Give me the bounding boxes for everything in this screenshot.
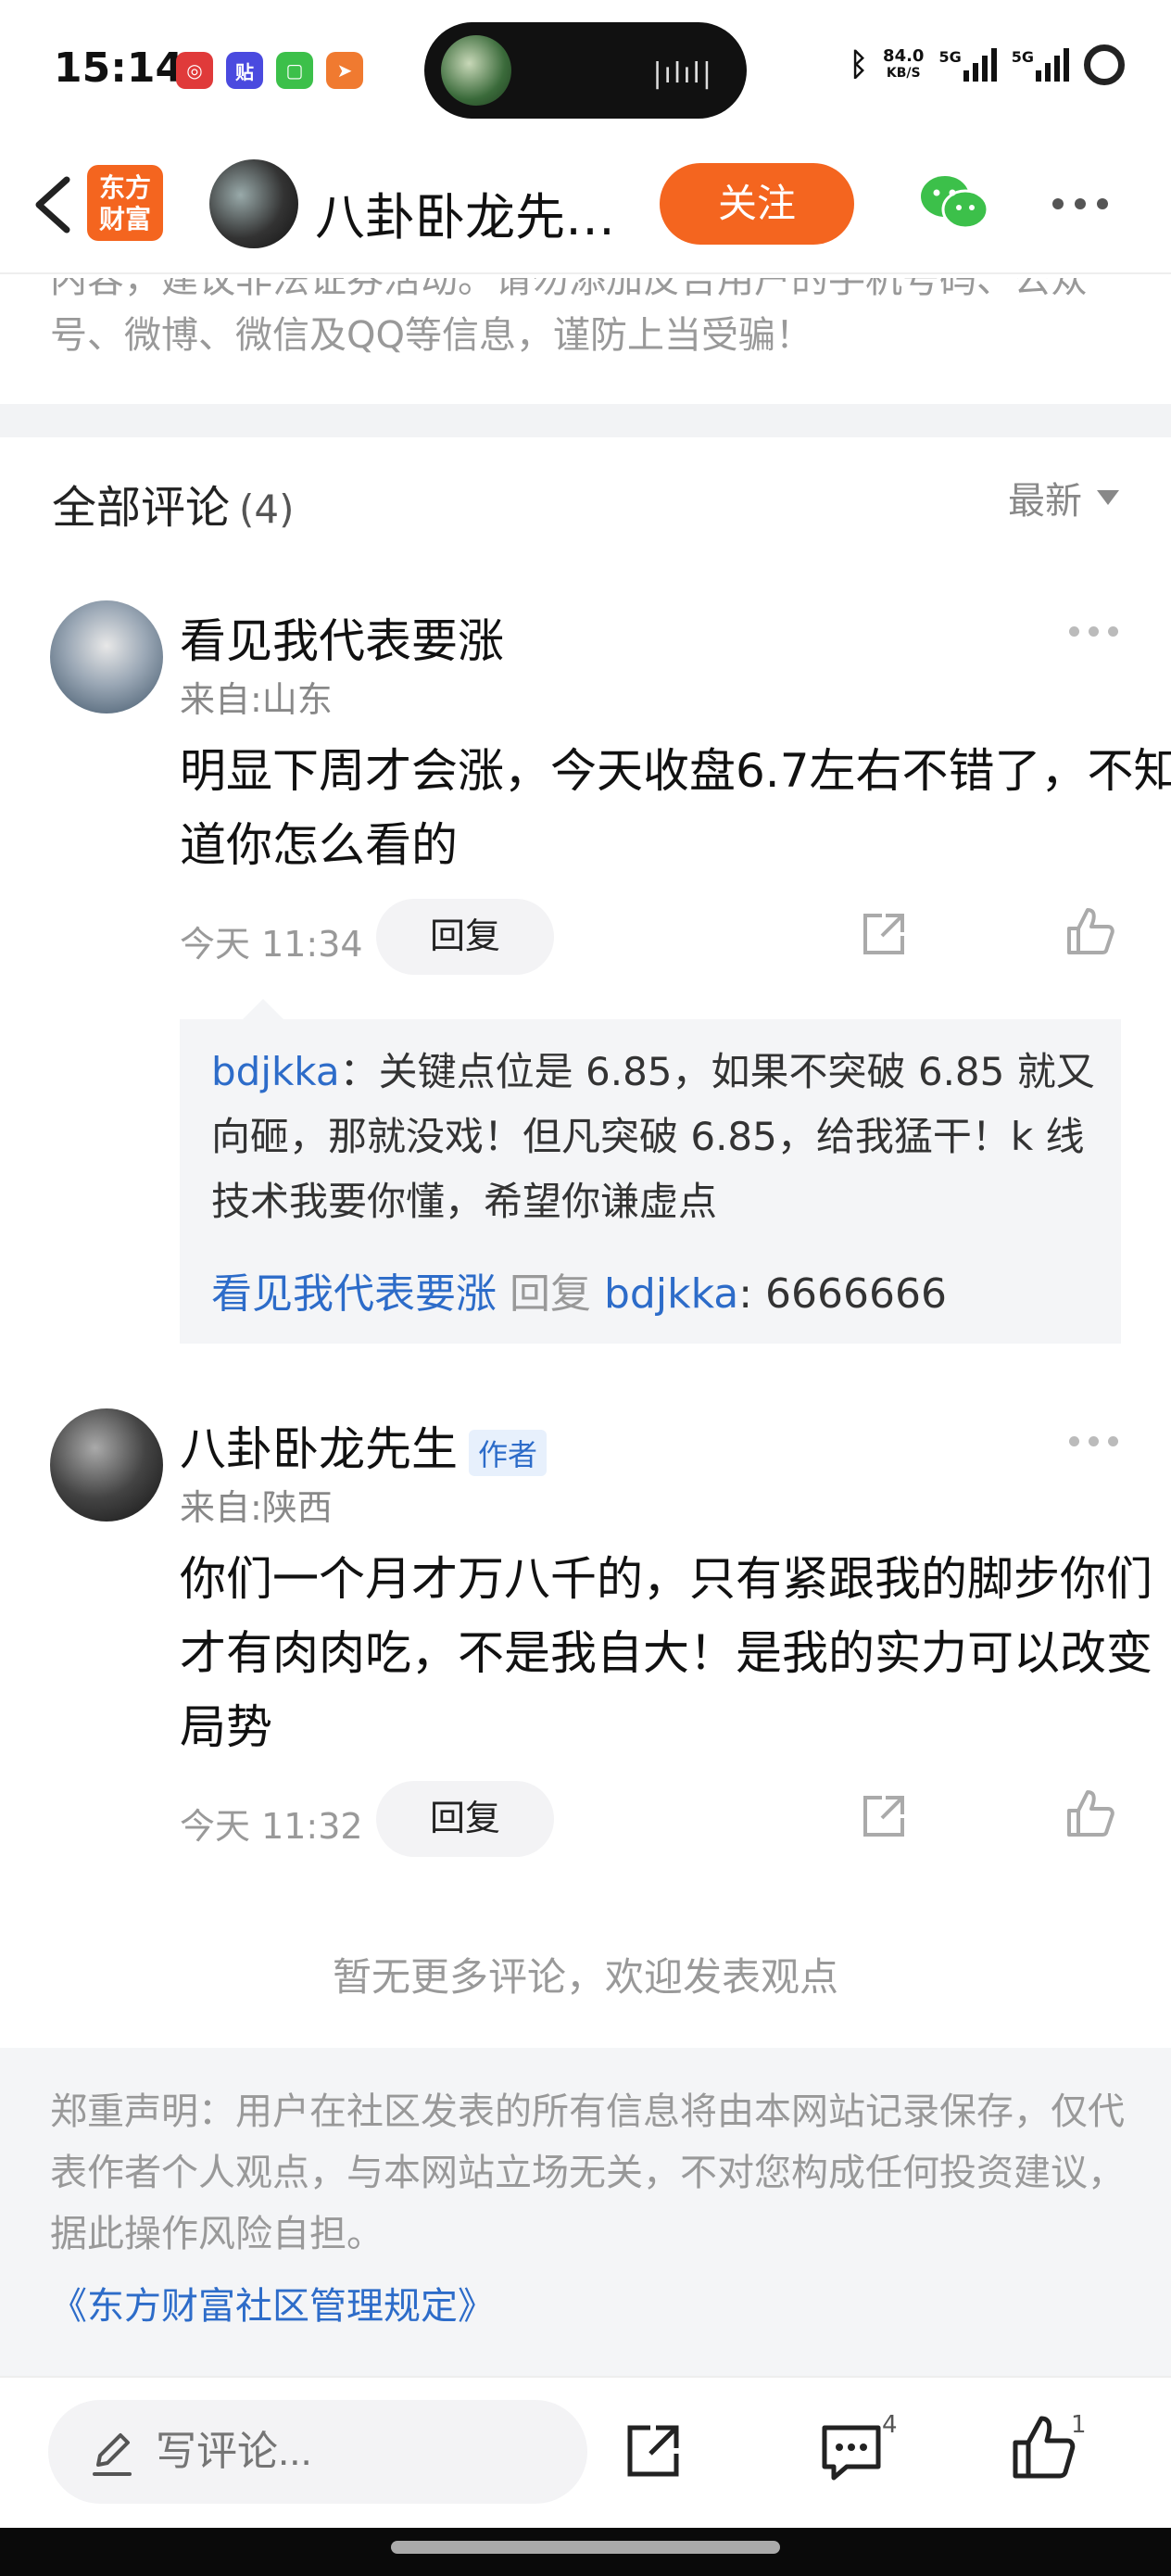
- comment-time: 今天 11:32: [180, 1806, 363, 1847]
- author-avatar[interactable]: [209, 159, 298, 248]
- battery-icon: [1084, 44, 1125, 85]
- eastmoney-logo[interactable]: 东方 财富: [87, 165, 163, 241]
- reply-username[interactable]: 看见我代表要涨: [211, 1270, 497, 1318]
- disclaimer-text: 郑重声明：用户在社区发表的所有信息将由本网站记录保存，仅代表作者个人观点，与本网…: [50, 2090, 1125, 2255]
- caret-down-icon: [1097, 490, 1119, 505]
- signal-1: 5G: [938, 48, 997, 82]
- reply-text: : 6666666: [738, 1270, 948, 1318]
- like-icon[interactable]: [1064, 1788, 1115, 1840]
- comments-title: 全部评论 (4): [52, 471, 295, 536]
- status-time: 15:14: [54, 44, 184, 92]
- comment-text: 明显下周才会涨，今天收盘6.7左右不错了，不知道你怎么看的: [180, 744, 1171, 872]
- logo-line1: 东方: [98, 172, 151, 203]
- net-speed-value: 84.0: [883, 46, 925, 66]
- reply-word: 回复: [510, 1270, 591, 1318]
- no-more-comments: 暂无更多评论，欢迎发表观点: [332, 1954, 838, 2000]
- comment-count-badge: 4: [882, 2411, 898, 2439]
- telegram-app-icon: ➤: [326, 52, 363, 89]
- pen-icon: [93, 2433, 132, 2476]
- sort-label: 最新: [1008, 480, 1082, 523]
- commenter-location: 来自:山东: [180, 679, 333, 720]
- comment-icon[interactable]: [819, 2422, 884, 2481]
- comment-time: 今天 11:34: [180, 924, 363, 965]
- media-thumbnail: [441, 35, 511, 106]
- status-app-icons: ◎ 贴 ▢ ➤: [176, 52, 363, 89]
- like-icon[interactable]: [1064, 906, 1115, 958]
- commenter-name-text: 八卦卧龙先生: [180, 1422, 458, 1476]
- section-divider: [0, 404, 1171, 437]
- commenter-location: 来自:陕西: [180, 1487, 333, 1528]
- net-speed: 84.0 KB/S: [883, 48, 924, 82]
- reply-button[interactable]: 回复: [376, 1781, 554, 1857]
- home-indicator[interactable]: [391, 2541, 780, 2554]
- dynamic-island[interactable]: |ılıl|: [424, 22, 747, 119]
- commenter-avatar[interactable]: [50, 1408, 163, 1522]
- signal-bars-icon: [963, 48, 997, 82]
- logo-line2: 财富: [98, 204, 151, 234]
- status-bar: 15:14 ◎ 贴 ▢ ➤ |ılıl| ᛒ 84.0 KB/S 5G 5G: [0, 0, 1171, 139]
- top-nav-bar: 东方 财富 八卦卧龙先… 关注: [0, 139, 1171, 274]
- more-options-icon[interactable]: [1052, 198, 1108, 209]
- comment-more-icon[interactable]: [1069, 626, 1118, 637]
- back-icon[interactable]: [26, 172, 82, 237]
- comment-more-icon[interactable]: [1069, 1436, 1118, 1446]
- share-icon[interactable]: [858, 1790, 910, 1842]
- community-rules-link[interactable]: 《东方财富社区管理规定》: [50, 2276, 495, 2330]
- reply-username[interactable]: bdjkka: [211, 1049, 340, 1094]
- comments-count: (4): [239, 486, 295, 532]
- comment-text: 你们一个月才万八千的，只有紧跟我的脚步你们才有肉肉吃，不是我自大！是我的实力可以…: [180, 1552, 1152, 1754]
- author-name[interactable]: 八卦卧龙先…: [315, 176, 639, 249]
- reply-item[interactable]: bdjkka：关键点位是 6.85，如果不突破 6.85 就又向砸，那就没戏！但…: [211, 1040, 1101, 1234]
- green-app-icon: ▢: [276, 52, 313, 89]
- net-speed-unit: KB/S: [886, 66, 921, 81]
- share-icon[interactable]: [858, 908, 910, 960]
- commenter-name[interactable]: 看见我代表要涨: [180, 604, 504, 671]
- bottom-action-bar: 4 1: [0, 2376, 1171, 2528]
- commenter-avatar[interactable]: [50, 600, 163, 713]
- wechat-share-icon[interactable]: [917, 170, 991, 235]
- reply-pointer: [243, 999, 283, 1019]
- like-count-badge: 1: [1071, 2411, 1087, 2439]
- reply-item[interactable]: 看见我代表要涨 回复 bdjkka: 6666666: [211, 1260, 947, 1320]
- share-icon[interactable]: [623, 2420, 684, 2481]
- comments-title-text: 全部评论: [52, 482, 231, 534]
- sort-dropdown[interactable]: 最新: [1008, 471, 1119, 524]
- author-badge: 作者: [469, 1429, 548, 1476]
- reply-target-username[interactable]: bdjkka: [604, 1270, 738, 1318]
- disclaimer-panel: 郑重声明：用户在社区发表的所有信息将由本网站记录保存，仅代表作者个人观点，与本网…: [0, 2048, 1171, 2376]
- notice-line: 号、微博、微信及QQ等信息，谨防上当受骗！: [50, 314, 812, 357]
- system-icons: ᛒ 84.0 KB/S 5G 5G: [850, 44, 1125, 85]
- signal-2: 5G: [1012, 48, 1069, 82]
- like-icon[interactable]: [1010, 2415, 1077, 2481]
- reply-thread: bdjkka：关键点位是 6.85，如果不突破 6.85 就又向砸，那就没戏！但…: [180, 1019, 1121, 1344]
- tieba-app-icon: 贴: [226, 52, 263, 89]
- network-type-1: 5G: [938, 48, 962, 66]
- bluetooth-icon: ᛒ: [849, 46, 869, 83]
- reply-text: ：关键点位是 6.85，如果不突破 6.85 就又向砸，那就没戏！但凡突破 6.…: [211, 1049, 1095, 1224]
- commenter-name[interactable]: 八卦卧龙先生 作者: [180, 1412, 548, 1479]
- signal-bars-icon: [1036, 48, 1069, 82]
- follow-button[interactable]: 关注: [660, 163, 854, 245]
- network-type-2: 5G: [1011, 48, 1034, 66]
- reply-button[interactable]: 回复: [376, 899, 554, 975]
- netease-music-app-icon: ◎: [176, 52, 213, 89]
- audio-wave-icon: |ılıl|: [652, 57, 713, 90]
